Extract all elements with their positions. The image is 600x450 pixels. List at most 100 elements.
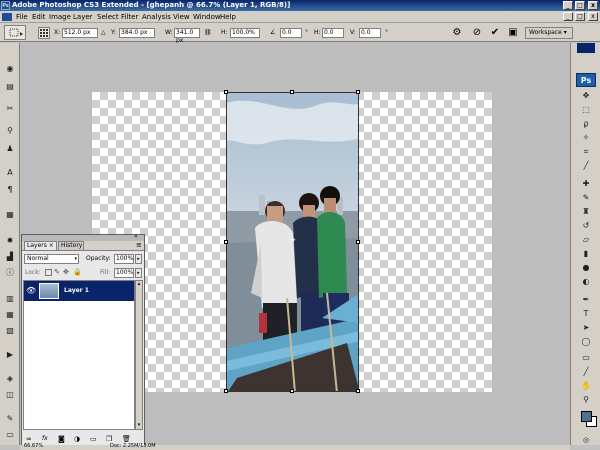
dodge-tool-icon[interactable]: ◐	[579, 275, 593, 288]
histogram-icon[interactable]: ▟	[3, 251, 17, 263]
paths-icon[interactable]: ✎	[3, 413, 17, 425]
doc-size-readout[interactable]: Doc: 2.25M/13.0M	[110, 443, 156, 450]
foreground-color-swatch[interactable]	[581, 411, 592, 422]
blur-tool-icon[interactable]: ●	[579, 261, 593, 274]
zoom-readout[interactable]: 66.67%	[24, 443, 43, 450]
brush-tool-icon[interactable]: ✎	[579, 191, 593, 204]
toolbox-header[interactable]	[577, 43, 595, 53]
shape-tool-icon[interactable]: ◯	[579, 335, 593, 348]
transform-handle-left[interactable]	[224, 240, 228, 244]
layer-comps-icon[interactable]: ▦	[3, 209, 17, 221]
commit-transform-icon[interactable]: ✔	[488, 26, 502, 40]
crop-tool-icon[interactable]: ⌗	[579, 145, 593, 158]
panel-menu-icon[interactable]: ≡	[136, 242, 142, 249]
menu-file[interactable]: File	[16, 12, 28, 22]
maximize-button[interactable]: □	[575, 1, 585, 10]
brushes-icon[interactable]: ✂	[3, 103, 17, 115]
eyedropper-3d-icon[interactable]: ╱	[579, 365, 593, 378]
adjustment-icon[interactable]: ◑	[74, 434, 80, 444]
styles-icon[interactable]: ▦	[3, 309, 17, 321]
layer-row[interactable]: 👁 Layer 1	[24, 281, 134, 301]
lock-position-icon[interactable]: ✥	[63, 267, 69, 277]
path-selection-icon[interactable]: ➤	[579, 321, 593, 334]
y-field[interactable]: 384.0 px	[119, 28, 155, 38]
menu-layer[interactable]: Layer	[73, 12, 93, 22]
close-button[interactable]: x	[588, 1, 598, 10]
eraser-tool-icon[interactable]: ▱	[579, 233, 593, 246]
fill-field[interactable]: 100%	[114, 268, 134, 278]
history-brush-icon[interactable]: ↺	[579, 219, 593, 232]
tab-close-icon[interactable]: ×	[49, 242, 54, 249]
angle-field[interactable]: 0.0	[280, 28, 302, 38]
history-panel-icon[interactable]: ⓘ	[3, 267, 17, 279]
opacity-arrow-icon[interactable]: ▸	[135, 254, 142, 264]
menu-image[interactable]: Image	[49, 12, 71, 22]
pen-tool-icon[interactable]: ✒	[579, 293, 593, 306]
opacity-field[interactable]: 100%	[114, 254, 134, 264]
menu-help[interactable]: Help	[220, 12, 236, 22]
notes-tool-icon[interactable]: ▭	[579, 351, 593, 364]
transform-handle-bottom[interactable]	[290, 389, 294, 393]
clone-source-icon[interactable]: ♟	[3, 143, 17, 155]
workspace-button[interactable]: Workspace ▾	[525, 27, 573, 39]
folder-icon[interactable]: ▭	[90, 434, 97, 444]
swatches-icon[interactable]: ▥	[3, 293, 17, 305]
animation-icon[interactable]: ▶	[3, 349, 17, 361]
character-icon[interactable]: A	[3, 167, 17, 179]
move-tool-icon[interactable]: ✥	[579, 89, 593, 102]
transform-handle-top-left[interactable]	[224, 90, 228, 94]
ps-menu-icon[interactable]	[2, 13, 12, 21]
menu-select[interactable]: Select	[97, 12, 119, 22]
gradient-tool-icon[interactable]: ▮	[579, 247, 593, 260]
tab-history[interactable]: History	[58, 241, 84, 250]
mask-icon[interactable]: ◙	[58, 434, 65, 444]
eye-icon[interactable]: 👁	[26, 286, 36, 296]
scroll-down-icon[interactable]: ▾	[136, 422, 142, 429]
fill-arrow-icon[interactable]: ▸	[135, 268, 142, 278]
layers-icon[interactable]: ◈	[3, 373, 17, 385]
panel-collapse-icon[interactable]: «	[134, 234, 138, 240]
color-icon[interactable]: ▧	[3, 325, 17, 337]
menu-filter[interactable]: Filter	[121, 12, 138, 22]
h-field[interactable]: 100.0%	[230, 28, 260, 38]
cancel-transform-icon[interactable]: ⊘	[470, 26, 484, 40]
quick-mask-icon[interactable]: ◎	[579, 435, 593, 445]
doc-maximize-button[interactable]: □	[575, 12, 585, 21]
transform-handle-bottom-right[interactable]	[356, 389, 360, 393]
menu-analysis[interactable]: Analysis	[142, 12, 171, 22]
scroll-up-icon[interactable]: ▴	[136, 281, 142, 288]
lock-transparency-icon[interactable]	[45, 269, 52, 276]
transform-handle-top-right[interactable]	[356, 90, 360, 94]
type-tool-icon[interactable]: T	[579, 307, 593, 320]
warp-icon[interactable]: ⚙	[450, 26, 464, 40]
lasso-tool-icon[interactable]: ϼ	[579, 117, 593, 130]
delta-icon[interactable]: △	[101, 29, 106, 37]
vskew-field[interactable]: 0.0	[359, 28, 381, 38]
tool-presets-icon[interactable]: ⚲	[3, 125, 17, 137]
menu-edit[interactable]: Edit	[32, 12, 46, 22]
paragraph-icon[interactable]: ¶	[3, 184, 17, 196]
tool-preset-picker[interactable]	[4, 25, 26, 40]
lock-pixels-icon[interactable]: ✎	[54, 267, 60, 277]
lock-all-icon[interactable]: 🔒	[73, 267, 82, 277]
transform-center-icon[interactable]: ⌖	[288, 236, 298, 246]
layer-name[interactable]: Layer 1	[64, 286, 89, 296]
hskew-field[interactable]: 0.0	[322, 28, 344, 38]
transform-handle-bottom-left[interactable]	[224, 389, 228, 393]
marquee-tool-icon[interactable]: ⬚	[579, 103, 593, 116]
layers-scrollbar[interactable]: ▴ ▾	[135, 280, 143, 430]
w-field[interactable]: 341.0 px	[174, 28, 200, 44]
navigator-icon[interactable]: ◉	[3, 63, 17, 75]
menu-window[interactable]: Window	[193, 12, 221, 22]
reference-point-icon[interactable]	[38, 27, 50, 39]
doc-minimize-button[interactable]: _	[563, 12, 573, 21]
actions-icon[interactable]: ✹	[3, 235, 17, 247]
zoom-tool-icon[interactable]: ⚲	[579, 393, 593, 406]
info-icon[interactable]: ▤	[3, 81, 17, 93]
magic-wand-icon[interactable]: ✧	[579, 131, 593, 144]
eyedropper-icon[interactable]: ╱	[579, 159, 593, 172]
notes-icon[interactable]: ▭	[3, 429, 17, 441]
blend-mode-select[interactable]: Normal ▾	[24, 254, 79, 264]
channels-icon[interactable]: ◫	[3, 389, 17, 401]
clone-stamp-icon[interactable]: ♜	[579, 205, 593, 218]
